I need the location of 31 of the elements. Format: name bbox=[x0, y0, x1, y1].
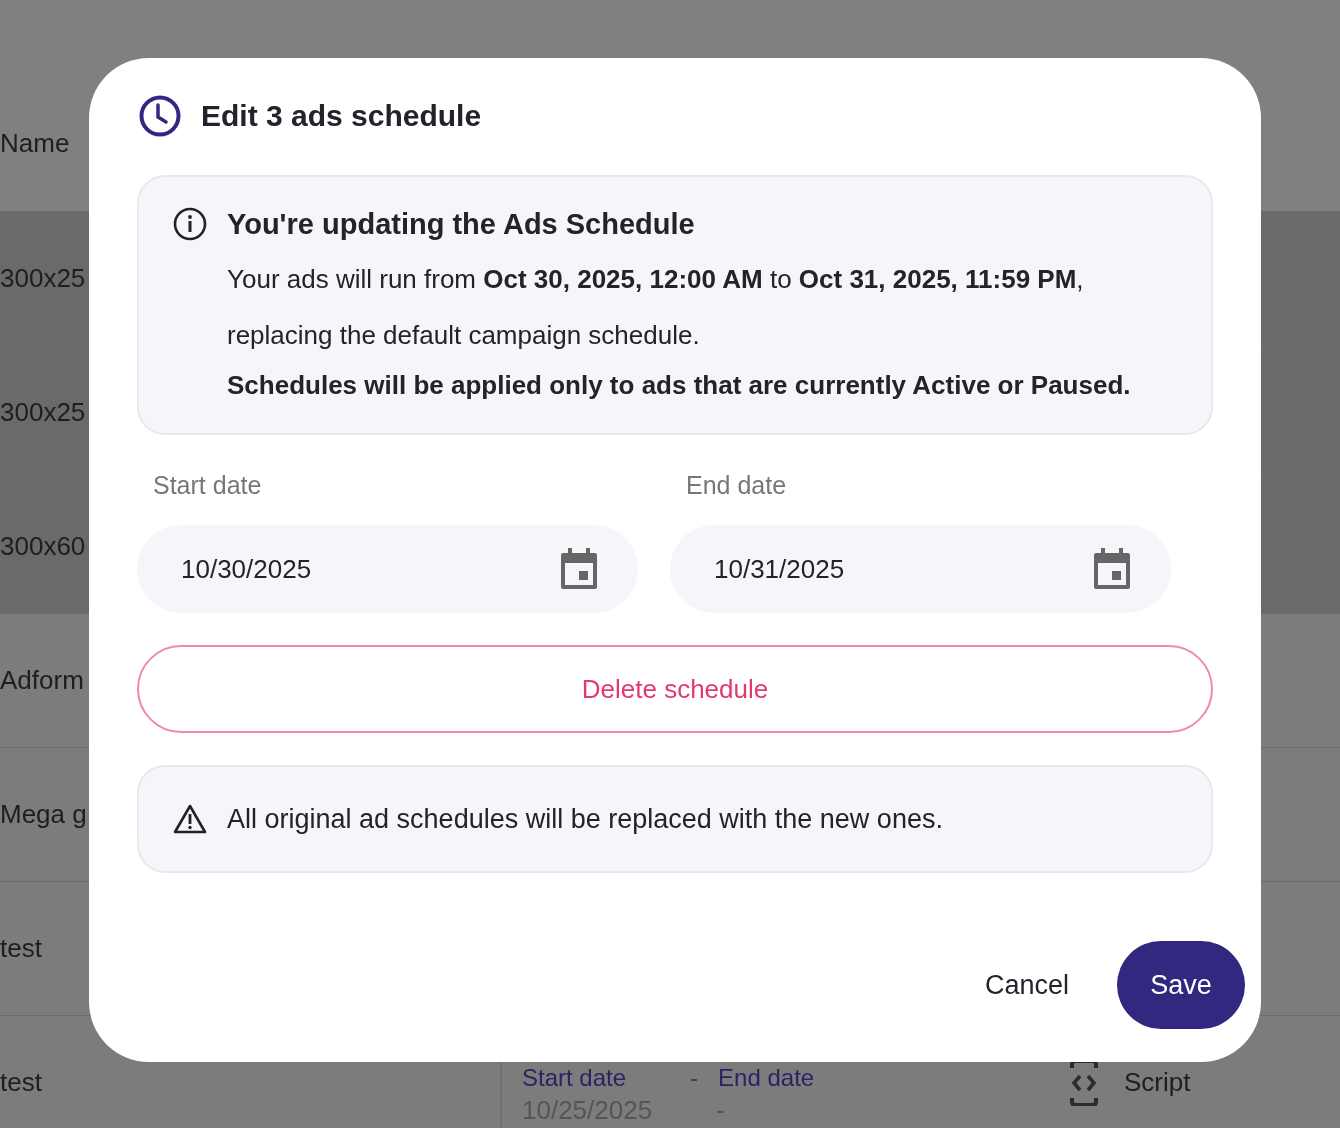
table-cell: Adform bbox=[0, 665, 84, 696]
dialog-title: Edit 3 ads schedule bbox=[201, 99, 482, 133]
start-date-label: Start date bbox=[522, 1063, 627, 1093]
table-cell: 300x25 bbox=[0, 397, 86, 428]
calendar-icon[interactable] bbox=[1093, 548, 1131, 590]
table-cell: test bbox=[0, 1067, 42, 1098]
code-icon bbox=[1070, 1059, 1098, 1106]
table-cell: 300x60 bbox=[0, 531, 86, 562]
column-header: Name bbox=[0, 128, 70, 159]
separator-text: - bbox=[690, 1063, 699, 1093]
warning-text: All original ad schedules will be replaced with the new ones. bbox=[227, 803, 943, 835]
date-label: End date bbox=[686, 471, 788, 501]
type-text: Script bbox=[1124, 1067, 1191, 1098]
delete-schedule-button[interactable]: Delete schedule bbox=[137, 645, 1213, 733]
date-label: Start date bbox=[153, 471, 263, 501]
date-field[interactable]: 10/31/2025 bbox=[670, 525, 1171, 613]
table-cell: test bbox=[0, 933, 42, 964]
end-date-label: End date bbox=[718, 1063, 815, 1093]
date-field[interactable]: 10/30/2025 bbox=[137, 525, 638, 613]
warning-icon bbox=[173, 804, 207, 834]
info-note: Schedules will be applied only to ads that are currently Active or Paused. bbox=[227, 369, 1132, 402]
table-cell: 300x25 bbox=[0, 263, 86, 294]
calendar-icon[interactable] bbox=[560, 548, 598, 590]
info-title: You're updating the Ads Schedule bbox=[227, 207, 695, 241]
end-date-value: - bbox=[716, 1094, 725, 1126]
table-cell: Mega g bbox=[0, 799, 87, 830]
info-text: Your ads will run from Oct 30, 2025, 12:00 AM to Oct 31, 2025, 11:59 PM, replacing the default campaign schedule. bbox=[227, 263, 1085, 352]
clock-icon bbox=[139, 95, 181, 137]
cancel-button[interactable]: Cancel bbox=[976, 963, 1077, 1007]
info-icon bbox=[173, 207, 207, 241]
save-button[interactable]: Save bbox=[1117, 941, 1245, 1029]
